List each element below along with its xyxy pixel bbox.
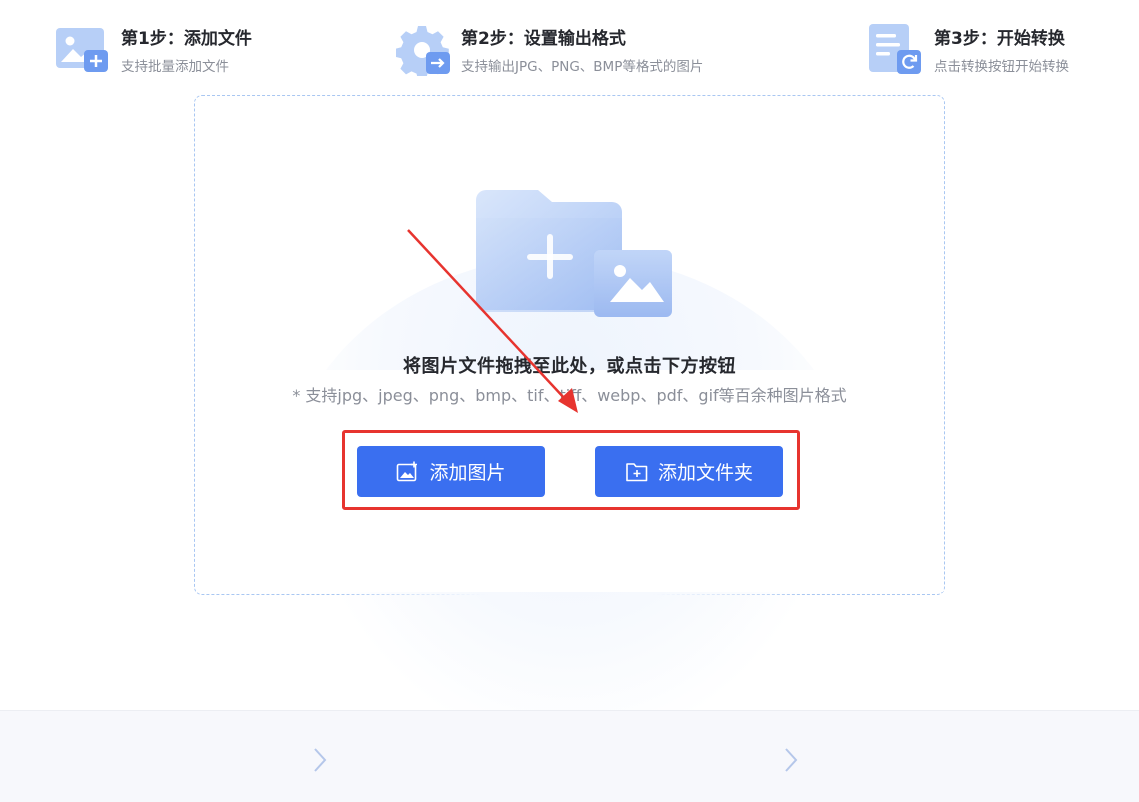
step-3-title: 第3步：开始转换 xyxy=(934,29,1065,49)
highlight-box xyxy=(342,430,800,510)
step-1-title: 第1步：添加文件 xyxy=(121,29,252,49)
supported-formats-text: * 支持jpg、jpeg、png、bmp、tif、tiff、webp、pdf、g… xyxy=(292,386,847,405)
step-3-desc: 点击转换按钮开始转换 xyxy=(934,59,1069,75)
folder-add-image-icon xyxy=(476,190,672,317)
document-refresh-icon xyxy=(869,24,921,74)
step-2-desc: 支持输出JPG、PNG、BMP等格式的图片 xyxy=(461,59,704,75)
chevron-right-icon xyxy=(785,748,798,772)
step-2: 第2步：设置输出格式 支持输出JPG、PNG、BMP等格式的图片 xyxy=(396,24,756,78)
chevron-right-icon xyxy=(314,748,327,772)
dropzone-title: 将图片文件拖拽至此处，或点击下方按钮 xyxy=(403,356,736,377)
steps-bar xyxy=(0,710,1139,802)
step-1: 第1步：添加文件 支持批量添加文件 xyxy=(56,24,286,78)
add-image-icon xyxy=(56,28,108,72)
step-3: 第3步：开始转换 点击转换按钮开始转换 xyxy=(869,24,1119,78)
step-2-title: 第2步：设置输出格式 xyxy=(461,29,626,49)
gear-export-icon xyxy=(396,26,450,76)
step-1-desc: 支持批量添加文件 xyxy=(121,59,229,75)
